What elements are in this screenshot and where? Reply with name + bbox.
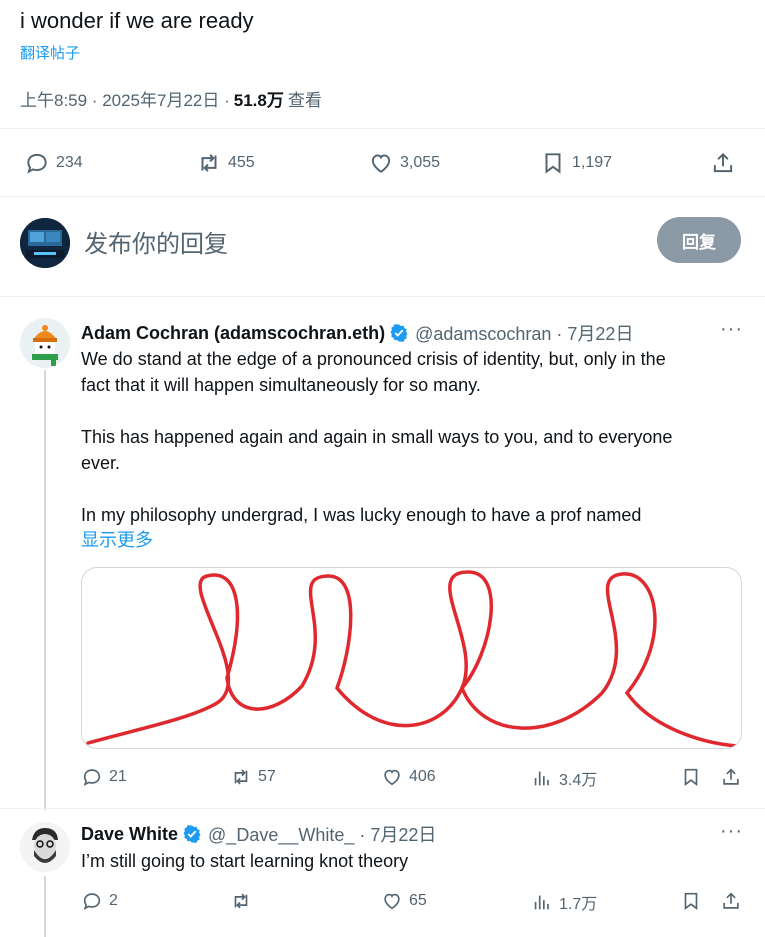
thread-line: [44, 876, 46, 937]
adam-cochran-avatar[interactable]: [20, 318, 70, 368]
heart-icon: [384, 893, 400, 910]
views-button[interactable]: 1.7万: [531, 890, 597, 914]
heart-icon: [371, 154, 391, 173]
divider: [0, 808, 765, 809]
repost-button[interactable]: 57: [230, 766, 276, 788]
reply-text-line: We do stand at the edge of a pronounced …: [81, 349, 666, 369]
divider: [0, 196, 765, 197]
share-button[interactable]: [720, 890, 748, 912]
author-handle[interactable]: @adamscochran · 7月22日: [415, 320, 633, 346]
reply-text: We do stand at the edge of a pronounced …: [81, 346, 751, 528]
reply-button[interactable]: 2: [81, 890, 118, 912]
show-more-link[interactable]: 显示更多: [81, 526, 153, 552]
bookmark-icon: [684, 892, 698, 910]
reply-text-line: This has happened again and again in sma…: [81, 427, 673, 447]
share-icon: [723, 768, 739, 785]
bookmark-button[interactable]: [680, 766, 708, 788]
reply-icon: [83, 893, 101, 911]
tweet-text: i wonder if we are ready: [20, 8, 254, 33]
reply-text-line: fact that it will happen simultaneously …: [81, 375, 481, 395]
reply-button[interactable]: 234: [24, 150, 83, 176]
red-string-knot-illustration: [86, 570, 739, 748]
author-name[interactable]: Adam Cochran (adamscochran.eth): [81, 323, 385, 344]
reply-input[interactable]: 发布你的回复: [84, 224, 228, 259]
reply-submit-button[interactable]: 回复: [657, 217, 741, 263]
reply-icon: [83, 769, 101, 787]
like-count: 65: [409, 892, 427, 909]
dave-white-avatar[interactable]: [20, 822, 70, 872]
thread-line: [44, 370, 46, 810]
tweet-action-bar: 234 455 3,055 1,197: [0, 146, 765, 182]
reply-text-line: ever.: [81, 453, 121, 473]
repost-icon: [201, 154, 217, 172]
divider: [0, 296, 765, 297]
bookmark-button[interactable]: 1,197: [540, 150, 612, 176]
share-icon: [713, 152, 733, 173]
heart-icon: [384, 769, 400, 786]
analytics-icon: [534, 895, 549, 910]
analytics-icon: [534, 771, 549, 786]
views-label: 查看: [287, 91, 322, 110]
verified-badge-icon: [390, 324, 408, 342]
reply-composer: 发布你的回复 回复: [0, 210, 765, 274]
user-avatar[interactable]: [20, 218, 70, 268]
more-options-icon[interactable]: ···: [720, 318, 743, 341]
reply-button[interactable]: 21: [81, 766, 127, 788]
avatar-image: [20, 822, 70, 872]
views-count: 1.7万: [559, 896, 598, 913]
repost-button[interactable]: 455: [196, 150, 255, 176]
bookmark-button[interactable]: [680, 890, 708, 912]
share-button[interactable]: [720, 766, 748, 788]
knot-image[interactable]: [81, 567, 742, 749]
repost-button[interactable]: [230, 890, 258, 912]
divider: [0, 128, 765, 129]
author-name[interactable]: Dave White: [81, 824, 178, 845]
tweet-timestamp[interactable]: 上午8:59 · 2025年7月22日 ·: [20, 86, 230, 111]
reply-count: 234: [56, 154, 83, 171]
author-row: Adam Cochran (adamscochran.eth) @adamsco…: [81, 320, 633, 346]
repost-icon: [234, 769, 248, 785]
reply-text-line: In my philosophy undergrad, I was lucky …: [81, 505, 642, 525]
verified-badge-icon: [183, 825, 201, 843]
like-button[interactable]: 65: [381, 890, 427, 912]
like-button[interactable]: 406: [381, 766, 436, 788]
bookmark-icon: [545, 153, 561, 174]
share-icon: [723, 892, 739, 909]
repost-count: 57: [258, 768, 276, 785]
views-button[interactable]: 3.4万: [531, 766, 597, 790]
more-options-icon[interactable]: ···: [720, 820, 743, 843]
repost-icon: [234, 893, 248, 909]
bookmark-count: 1,197: [572, 154, 613, 171]
share-button[interactable]: [710, 150, 742, 176]
views-count: 3.4万: [559, 772, 598, 789]
author-handle[interactable]: @_Dave__White_ · 7月22日: [208, 821, 436, 847]
bookmark-icon: [684, 768, 698, 786]
translate-post-link[interactable]: 翻译帖子: [20, 42, 80, 63]
reply-icon: [27, 153, 47, 174]
tweet-meta: 上午8:59 · 2025年7月22日 · 51.8万 查看: [20, 86, 322, 111]
reply-count: 2: [109, 892, 118, 909]
like-count: 406: [409, 768, 436, 785]
repost-count: 455: [228, 154, 255, 171]
like-button[interactable]: 3,055: [368, 150, 440, 176]
reply-count: 21: [109, 768, 127, 785]
avatar-image: [20, 218, 70, 268]
like-count: 3,055: [400, 154, 441, 171]
reply-text: I’m still going to start learning knot t…: [81, 851, 409, 871]
avatar-image: [20, 318, 70, 368]
views-count: 51.8万: [233, 91, 284, 110]
author-row: Dave White @_Dave__White_ · 7月22日: [81, 821, 436, 847]
